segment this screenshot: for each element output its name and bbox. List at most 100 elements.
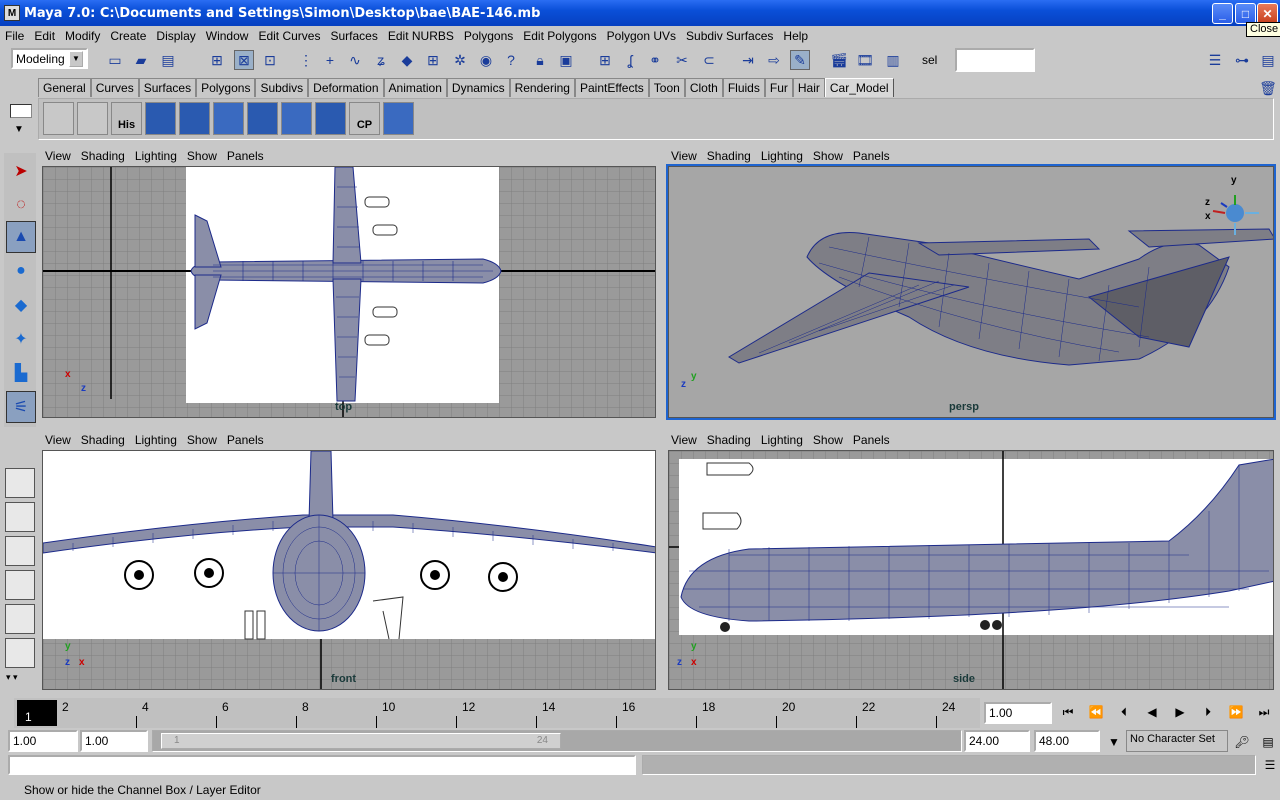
scale-tool-icon[interactable]: ✦ (6, 323, 36, 355)
time-slider[interactable]: 1 2 4 6 8 10 12 14 16 18 20 22 24 (14, 698, 980, 728)
magnet-icon[interactable]: ⊂ (699, 50, 719, 70)
shelf-tab-polygons[interactable]: Polygons (196, 78, 256, 97)
current-time-field[interactable]: 1.00 (984, 702, 1052, 724)
shelf-menu-arrow-icon[interactable]: ▼ (14, 124, 24, 135)
shelf-cp-icon[interactable]: CP (349, 102, 380, 135)
panel-menu-shading[interactable]: Shading (76, 149, 130, 163)
input-line-icon[interactable]: ⇥ (738, 50, 758, 70)
panel-menu-lighting[interactable]: Lighting (756, 433, 808, 447)
make-live-icon[interactable]: ⊞ (423, 50, 443, 70)
play-forward-icon[interactable]: ▶ (1168, 702, 1192, 722)
shelf-menu-button[interactable] (10, 104, 32, 118)
rotate-tool-icon[interactable]: ◆ (6, 289, 36, 321)
menu-create[interactable]: Create (105, 29, 151, 43)
mode-selector[interactable]: Modeling ▼ (11, 48, 88, 69)
script-editor-icon[interactable]: ☰ (1258, 755, 1280, 775)
new-scene-icon[interactable]: ▭ (105, 50, 125, 70)
menu-file[interactable]: File (0, 29, 29, 43)
menu-subdiv-surfaces[interactable]: Subdiv Surfaces (681, 29, 778, 43)
side-viewport[interactable]: y z x side (668, 450, 1274, 690)
persp-viewport[interactable]: y z x y z persp (666, 164, 1276, 420)
edit-nodes-icon[interactable]: ✎ (790, 50, 810, 70)
menu-polygon-uvs[interactable]: Polygon UVs (602, 29, 681, 43)
step-forward-frame-icon[interactable]: ⏵ (1196, 702, 1220, 722)
snap-view-icon[interactable]: ʑ (371, 50, 391, 70)
snap-grid-icon[interactable]: ⋮ (296, 50, 316, 70)
select-component-icon[interactable]: ⊡ (260, 50, 280, 70)
panel-menu-view[interactable]: View (666, 433, 702, 447)
shelf-tab-subdivs[interactable]: Subdivs (255, 78, 309, 97)
menu-display[interactable]: Display (151, 29, 200, 43)
reconnect-icon[interactable]: ✂ (672, 50, 692, 70)
panel-menu-lighting[interactable]: Lighting (130, 149, 182, 163)
go-to-start-icon[interactable]: ⏮ (1056, 702, 1080, 722)
shelf-tab-deformation[interactable]: Deformation (308, 78, 384, 97)
panel-menu-show[interactable]: Show (808, 149, 848, 163)
shelf-bevel-icon[interactable] (247, 102, 278, 135)
snap-curve-icon[interactable]: ∿ (345, 50, 365, 70)
input-ops-icon[interactable]: ⊞ (595, 50, 615, 70)
anim-prefs-icon[interactable]: ▤ (1256, 732, 1280, 752)
four-pane-layout-icon[interactable] (5, 502, 35, 532)
shelf-tab-painteffects[interactable]: PaintEffects (574, 78, 649, 97)
select-hierarchy-icon[interactable]: ⊞ (207, 50, 227, 70)
panel-menu-show[interactable]: Show (182, 149, 222, 163)
construction-history-icon[interactable]: ✲ (450, 50, 470, 70)
playback-start-field[interactable]: 1.00 (80, 730, 148, 752)
playback-end-field[interactable]: 24.00 (964, 730, 1030, 752)
menu-edit-curves[interactable]: Edit Curves (253, 29, 325, 43)
shelf-tab-toon[interactable]: Toon (648, 78, 685, 97)
panel-menu-view[interactable]: View (40, 149, 76, 163)
panel-menu-view[interactable]: View (666, 149, 702, 163)
step-back-key-icon[interactable]: ⏪ (1084, 702, 1108, 722)
character-set-dropdown-icon[interactable]: ▼ (1102, 732, 1126, 752)
menu-edit-polygons[interactable]: Edit Polygons (518, 29, 601, 43)
chevron-down-icon[interactable]: ▼ (69, 50, 83, 67)
save-scene-icon[interactable]: ▤ (158, 50, 178, 70)
play-backward-icon[interactable]: ◀ (1140, 702, 1164, 722)
output-line-icon[interactable]: ⇨ (764, 50, 784, 70)
layout-scroll-arrows-icon[interactable]: ▾ ▾ (6, 672, 18, 683)
select-object-icon[interactable]: ⊠ (234, 50, 254, 70)
outliner-layout-icon[interactable] (5, 536, 35, 566)
hypershade-layout-icon[interactable] (5, 604, 35, 634)
sel-input[interactable] (955, 48, 1035, 72)
step-forward-key-icon[interactable]: ⏩ (1224, 702, 1248, 722)
end-time-field[interactable]: 48.00 (1034, 730, 1100, 752)
shelf-tab-rendering[interactable]: Rendering (509, 78, 575, 97)
shelf-mirror-icon[interactable] (383, 102, 414, 135)
shelf-tab-fluids[interactable]: Fluids (722, 78, 765, 97)
start-time-field[interactable]: 1.00 (8, 730, 78, 752)
close-button[interactable]: ✕ (1257, 3, 1278, 24)
paint-select-tool-icon[interactable]: ▲ (6, 221, 36, 253)
panel-menu-shading[interactable]: Shading (76, 433, 130, 447)
range-slider[interactable]: 1 24 (152, 730, 962, 752)
graph-layout-icon[interactable] (5, 570, 35, 600)
lasso-tool-icon[interactable]: ◌ (6, 189, 36, 221)
character-set-field[interactable]: No Character Set (1126, 730, 1228, 752)
shelf-smooth-icon[interactable] (315, 102, 346, 135)
panel-menu-lighting[interactable]: Lighting (756, 149, 808, 163)
lock-icon[interactable]: 🔒︎ (530, 50, 550, 70)
front-viewport[interactable]: y z x front (42, 450, 656, 690)
render-layout-icon[interactable] (5, 638, 35, 668)
panel-menu-view[interactable]: View (40, 433, 76, 447)
tool-settings-icon[interactable]: ⊶ (1232, 50, 1252, 70)
manipulator-tool-icon[interactable]: ▙ (6, 357, 36, 389)
snap-point-icon[interactable]: + (320, 50, 340, 70)
shelf-tab-dynamics[interactable]: Dynamics (446, 78, 510, 97)
shelf-history-icon[interactable]: His (111, 102, 142, 135)
trash-icon[interactable]: 🗑︎ (1258, 78, 1278, 98)
panel-menu-panels[interactable]: Panels (222, 433, 269, 447)
menu-surfaces[interactable]: Surfaces (325, 29, 382, 43)
shelf-merge-icon[interactable] (281, 102, 312, 135)
step-back-frame-icon[interactable]: ⏴ (1112, 702, 1136, 722)
go-to-end-icon[interactable]: ⏭ (1252, 702, 1276, 722)
shelf-split-icon[interactable] (179, 102, 210, 135)
panel-menu-lighting[interactable]: Lighting (130, 433, 182, 447)
hist-link-icon[interactable]: ⚭ (645, 50, 665, 70)
menu-window[interactable]: Window (201, 29, 254, 43)
single-pane-layout-icon[interactable] (5, 468, 35, 498)
ipr-render-icon[interactable]: 🎞︎ (855, 50, 875, 70)
snap-surface-icon[interactable]: ◆ (397, 50, 417, 70)
